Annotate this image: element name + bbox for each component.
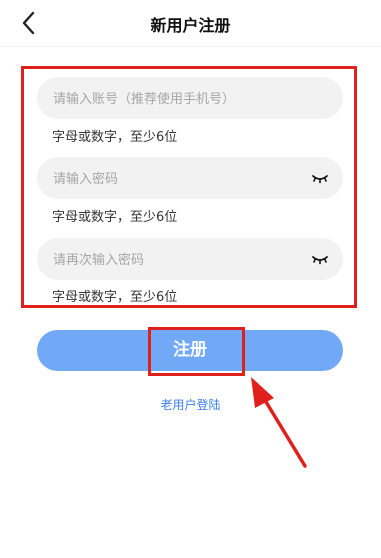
login-link[interactable]: 老用户登陆: [0, 396, 381, 413]
account-input[interactable]: [51, 77, 305, 121]
confirm-password-field[interactable]: [37, 238, 343, 282]
password-hint: 字母或数字，至少6位: [52, 210, 178, 225]
confirm-password-hint: 字母或数字，至少6位: [52, 290, 178, 305]
eye-closed-icon[interactable]: [311, 170, 329, 186]
confirm-password-input[interactable]: [51, 238, 305, 282]
password-input[interactable]: [51, 157, 305, 201]
account-field[interactable]: [37, 77, 343, 121]
account-hint: 字母或数字，至少6位: [52, 130, 178, 145]
page-title: 新用户注册: [150, 16, 231, 35]
app-header: 新用户注册: [0, 0, 381, 47]
eye-closed-icon[interactable]: [311, 251, 329, 267]
password-field[interactable]: [37, 157, 343, 201]
register-highlight-box: [148, 327, 245, 376]
